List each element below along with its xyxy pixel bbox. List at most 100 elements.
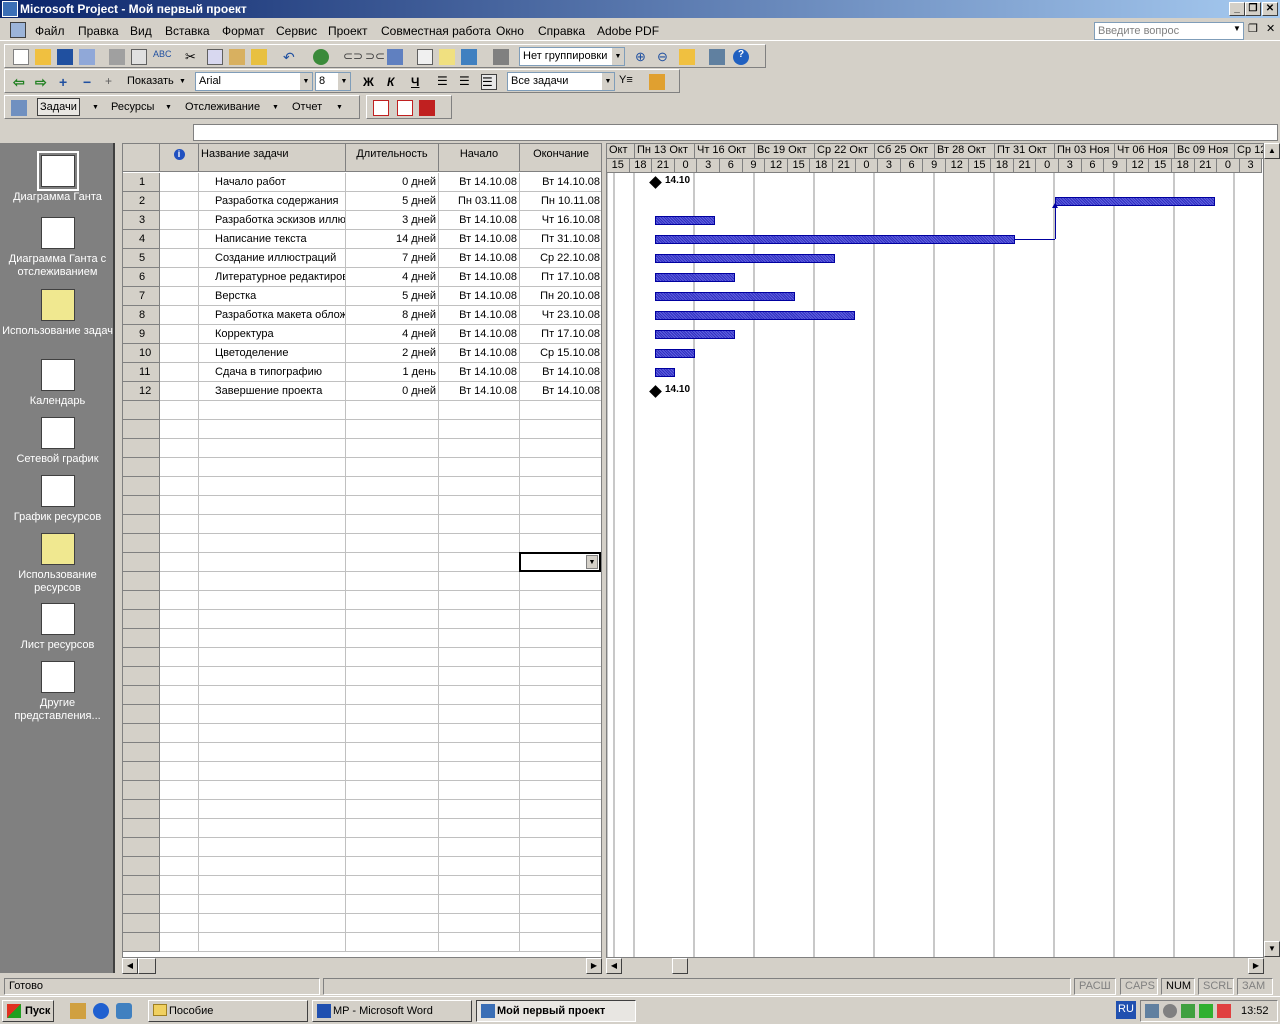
info-cell[interactable] <box>160 439 199 458</box>
finish-date-editor[interactable]: ▼ <box>519 552 601 572</box>
row-number[interactable] <box>123 800 160 819</box>
ask-question-field[interactable]: Введите вопрос <box>1094 22 1244 40</box>
finish-cell[interactable]: Вт 14.10.08 <box>520 382 601 401</box>
table-row[interactable] <box>123 762 601 781</box>
close-doc-icon[interactable]: ✕ <box>1266 22 1275 35</box>
finish-cell[interactable]: Ср 15.10.08 <box>520 344 601 363</box>
start-cell[interactable] <box>439 762 520 781</box>
timescale-major[interactable]: Вс 09 Ноя <box>1175 144 1235 159</box>
task-name-cell[interactable] <box>199 686 346 705</box>
project-guide-icon[interactable] <box>11 100 27 116</box>
start-button[interactable]: Пуск <box>2 1000 54 1022</box>
row-number[interactable]: 11 <box>123 363 160 382</box>
help-icon[interactable]: ? <box>733 49 749 65</box>
timescale-minor[interactable]: 18 <box>810 159 833 173</box>
start-cell[interactable] <box>439 933 520 952</box>
task-name-cell[interactable] <box>199 591 346 610</box>
table-row[interactable] <box>123 572 601 591</box>
task-name-cell[interactable] <box>199 420 346 439</box>
font-size-select[interactable]: 8 ▼ <box>315 72 351 91</box>
finish-cell[interactable]: Пн 10.11.08 <box>520 192 601 211</box>
language-indicator[interactable]: RU <box>1116 1001 1136 1019</box>
italic-button[interactable]: К <box>387 75 394 89</box>
start-cell[interactable] <box>439 667 520 686</box>
duration-cell[interactable]: 8 дней <box>346 306 439 325</box>
view-tracking-gantt[interactable]: Диаграмма Ганта с отслеживанием <box>0 217 115 279</box>
timescale-minor[interactable]: 21 <box>1013 159 1037 173</box>
timescale-major[interactable]: Пн 13 Окт <box>635 144 695 159</box>
timescale-minor[interactable]: 21 <box>833 159 856 173</box>
finish-cell[interactable]: Вт 14.10.08 <box>520 173 601 192</box>
zoom-out-icon[interactable]: ⊖ <box>657 49 673 65</box>
menu-tools[interactable]: Сервис <box>276 24 317 38</box>
duration-cell[interactable] <box>346 610 439 629</box>
scroll-thumb[interactable] <box>138 958 156 974</box>
pdf-settings-icon[interactable] <box>419 100 435 116</box>
timescale-major[interactable]: Чт 16 Окт <box>695 144 755 159</box>
autofilter-icon[interactable]: Y≡ <box>619 74 635 90</box>
row-number[interactable] <box>123 458 160 477</box>
view-gantt[interactable]: Диаграмма Ганта <box>0 151 115 204</box>
duration-cell[interactable]: 5 дней <box>346 287 439 306</box>
timescale-minor[interactable]: 15 <box>968 159 992 173</box>
info-cell[interactable] <box>160 705 199 724</box>
table-row[interactable]: 10 Цветоделение 2 дней Вт 14.10.08 Ср 15.10.… <box>123 344 601 363</box>
start-cell[interactable] <box>439 857 520 876</box>
duration-cell[interactable] <box>346 743 439 762</box>
row-number[interactable] <box>123 439 160 458</box>
task-name-cell[interactable] <box>199 781 346 800</box>
duration-cell[interactable] <box>346 762 439 781</box>
task-name-cell[interactable]: Создание иллюстраций <box>199 249 346 268</box>
finish-cell[interactable] <box>520 591 601 610</box>
hyperlink-icon[interactable] <box>313 49 329 65</box>
finish-cell[interactable] <box>520 420 601 439</box>
start-cell[interactable] <box>439 496 520 515</box>
info-cell[interactable] <box>160 515 199 534</box>
row-number[interactable] <box>123 781 160 800</box>
finish-cell[interactable] <box>520 800 601 819</box>
task-name-cell[interactable] <box>199 743 346 762</box>
finish-cell[interactable] <box>520 857 601 876</box>
info-cell[interactable] <box>160 876 199 895</box>
finish-cell[interactable] <box>520 819 601 838</box>
timescale-major[interactable]: Пт 31 Окт <box>995 144 1055 159</box>
task-name-cell[interactable] <box>199 553 346 572</box>
gantt-hscrollbar[interactable]: ◀ ▶ <box>606 958 1264 974</box>
row-number[interactable] <box>123 667 160 686</box>
start-cell[interactable] <box>439 743 520 762</box>
assign-resources-icon[interactable] <box>461 49 477 65</box>
duration-cell[interactable] <box>346 401 439 420</box>
chevron-down-icon[interactable]: ▼ <box>338 73 350 90</box>
menu-insert[interactable]: Вставка <box>165 24 210 38</box>
scroll-up-icon[interactable]: ▲ <box>1264 143 1280 159</box>
timescale-major[interactable]: Сб 25 Окт <box>875 144 935 159</box>
zoom-in-icon[interactable]: ⊕ <box>635 49 651 65</box>
duration-cell[interactable]: 5 дней <box>346 192 439 211</box>
hide-subtasks-icon[interactable]: − <box>83 74 99 90</box>
start-cell[interactable] <box>439 572 520 591</box>
duration-cell[interactable] <box>346 420 439 439</box>
chevron-down-icon[interactable]: ▼ <box>300 73 312 90</box>
task-name-cell[interactable] <box>199 534 346 553</box>
finish-cell[interactable] <box>520 838 601 857</box>
duration-cell[interactable] <box>346 800 439 819</box>
table-row[interactable]: 6 Литературное редактиров 4 дней Вт 14.10.0… <box>123 268 601 287</box>
row-number[interactable]: 4 <box>123 230 160 249</box>
row-number[interactable]: 2 <box>123 192 160 211</box>
document-icon[interactable] <box>10 22 26 38</box>
table-row[interactable] <box>123 648 601 667</box>
table-row[interactable] <box>123 515 601 534</box>
timescale-minor[interactable]: 12 <box>946 159 969 173</box>
header-duration[interactable]: Длительность <box>346 144 439 172</box>
info-cell[interactable] <box>160 781 199 800</box>
table-row[interactable] <box>123 705 601 724</box>
row-number[interactable] <box>123 914 160 933</box>
view-network[interactable]: Сетевой график <box>0 417 115 466</box>
row-number[interactable]: 1 <box>123 173 160 192</box>
duration-cell[interactable] <box>346 876 439 895</box>
timescale-minor[interactable]: 0 <box>1217 159 1240 173</box>
finish-cell[interactable]: Ср 22.10.08 <box>520 249 601 268</box>
table-row[interactable]: 8 Разработка макета облож 8 дней Вт 14.10.0… <box>123 306 601 325</box>
finish-cell[interactable]: Пт 17.10.08 <box>520 268 601 287</box>
duration-cell[interactable] <box>346 667 439 686</box>
